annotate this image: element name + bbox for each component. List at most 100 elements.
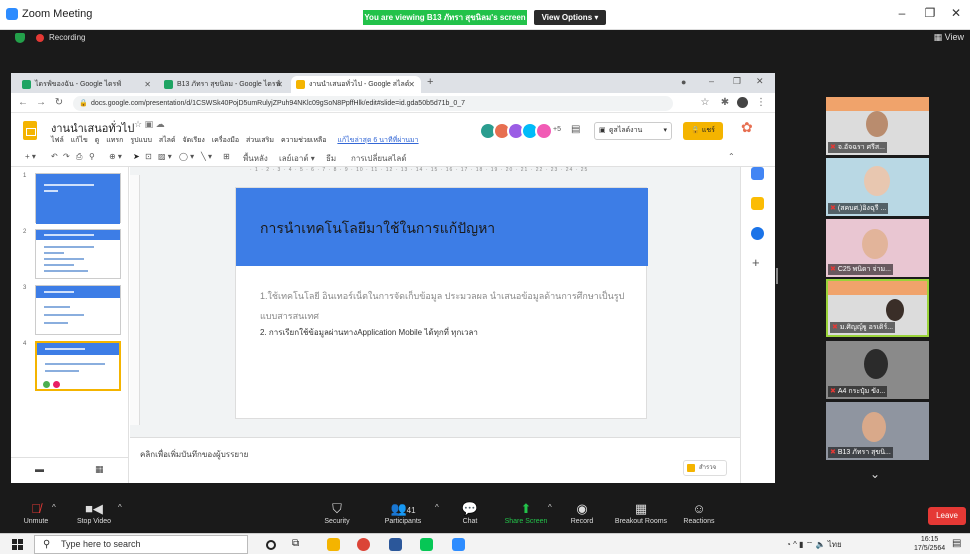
line-app-icon[interactable] (420, 538, 433, 551)
url-input[interactable]: 🔒 docs.google.com/presentation/d/1CSWSk4… (73, 96, 673, 111)
menu-slide[interactable]: สไลด์ (159, 137, 176, 144)
leave-meeting-button[interactable]: Leave (928, 507, 966, 525)
shape-icon[interactable]: ◯ ▾ (179, 152, 194, 161)
stop-video-button[interactable]: ■◀ Stop Video (64, 500, 124, 525)
menu-tools[interactable]: เครื่องมือ (212, 137, 239, 144)
current-slide[interactable]: การนำเทคโนโลยีมาใช้ในการแก้ปัญหา 1.ใช้เท… (235, 187, 648, 419)
taskbar-clock[interactable]: 16:15 17/5/2564 (914, 535, 945, 553)
chrome-icon[interactable] (357, 538, 370, 551)
browser-tab-slides[interactable]: งานนำเสนอทั่วไป - Google สไลด์ ✕ (291, 76, 421, 93)
star-icon[interactable]: ☆ (134, 119, 142, 129)
browser-minimize-icon[interactable]: – (709, 76, 714, 86)
slide-thumbnail[interactable] (35, 285, 121, 335)
close-icon[interactable]: ✕ (946, 6, 966, 20)
share-screen-button[interactable]: ⬆ Share Screen (496, 500, 556, 525)
calendar-icon[interactable] (751, 167, 764, 180)
new-tab-icon[interactable]: + (427, 76, 433, 88)
language-indicator[interactable]: ไทย (828, 540, 842, 549)
chevron-down-icon[interactable]: ▾ (663, 123, 667, 139)
view-options-button[interactable]: View Options ▾ (534, 10, 606, 25)
reload-icon[interactable]: ↻ (53, 97, 65, 108)
unmute-button[interactable]: 🎙̸ Unmute (6, 500, 66, 525)
account-flower-icon[interactable]: ✿ (741, 119, 753, 136)
participant-video[interactable]: ✖ (สคบศ.)อิงฉุรี ... (826, 158, 929, 216)
speaker-notes[interactable]: คลิกเพื่อเพิ่มบันทึกของผู้บรรยาย สำรวจ › (130, 437, 765, 483)
participant-video[interactable]: ✖ C25 พนิดา จ่าม... (826, 219, 929, 277)
extensions-icon[interactable]: ✱ (719, 97, 731, 108)
google-slides-logo-icon[interactable] (23, 121, 37, 140)
maximize-icon[interactable]: ❐ (920, 6, 940, 20)
browser-maximize-icon[interactable]: ❐ (733, 76, 741, 87)
chevron-down-icon[interactable]: ⌄ (870, 467, 880, 481)
taskbar-search-input[interactable]: ⚲ Type here to search (34, 535, 248, 554)
forward-arrow-icon[interactable]: → (35, 97, 47, 108)
menu-arrange[interactable]: จัดเรียง (182, 137, 204, 144)
move-folder-icon[interactable]: ▣ (145, 119, 154, 129)
comments-icon[interactable]: ▤ (571, 124, 580, 135)
back-arrow-icon[interactable]: ← (17, 97, 29, 108)
menu-insert[interactable]: แทรก (106, 137, 123, 144)
print-icon[interactable]: ⎙ (76, 152, 82, 162)
network-status-icon[interactable]: ◔ (786, 540, 791, 549)
transition-button[interactable]: การเปลี่ยนสไลด์ (351, 152, 407, 165)
last-edit-link[interactable]: แก้ไขล่าสุด 6 นาทีที่ผ่านมา (337, 137, 418, 144)
slide-body-point-2[interactable]: 2. การเรียกใช้ข้อมูลผ่านทางApplication M… (260, 326, 478, 339)
chat-button[interactable]: 💬 Chat (440, 500, 500, 525)
theme-button[interactable]: ธีม (326, 152, 336, 165)
keep-icon[interactable] (751, 197, 764, 210)
word-icon[interactable] (389, 538, 402, 551)
participants-chevron-icon[interactable]: ^ (435, 503, 439, 512)
browser-menu-icon[interactable]: ⋮ (755, 97, 767, 108)
notifications-icon[interactable]: ▤ (952, 538, 961, 549)
bookmark-star-icon[interactable]: ☆ (699, 97, 711, 108)
comment-add-icon[interactable]: ⊞ (223, 152, 230, 161)
windows-start-icon[interactable] (12, 539, 24, 550)
browser-tab-b13-drive[interactable]: B13 ภัทรา สุขนิลม - Google ไดรฟ์ ✕ (159, 76, 289, 93)
collaborator-avatar[interactable] (535, 122, 553, 140)
paint-format-icon[interactable]: ⚲ (89, 152, 95, 161)
tab-close-icon[interactable]: ✕ (408, 76, 415, 93)
new-slide-icon[interactable]: + ▾ (25, 152, 36, 161)
layout-button[interactable]: เลย์เอาต์ ▾ (279, 152, 315, 165)
wifi-icon[interactable]: ⌔ (806, 540, 814, 549)
participant-video[interactable]: ✖ A4 กระปุ๋ม ขัง... (826, 341, 929, 399)
resize-handle[interactable] (776, 268, 778, 284)
menu-file[interactable]: ไฟล์ (51, 137, 64, 144)
slide-thumbnail[interactable] (35, 173, 121, 224)
profile-avatar[interactable] (737, 97, 748, 108)
chevron-up-icon[interactable]: ⌃ (728, 152, 735, 161)
security-button[interactable]: ⛉ Security (307, 500, 367, 525)
tab-search-icon[interactable]: ● (681, 77, 686, 87)
undo-icon[interactable]: ↶ (51, 152, 58, 161)
browser-tab-drive[interactable]: ไดรฟ์ของฉัน - Google ไดรฟ์ ✕ (17, 76, 157, 93)
participant-video[interactable]: ✖ จ.อัจฉรา ศรีส... (826, 97, 929, 155)
participant-video-active-speaker[interactable]: ✖ ม.ศิญญ์ฐู อรเดิร์... (826, 279, 929, 337)
tasks-icon[interactable] (751, 227, 764, 240)
text-box-icon[interactable]: ⊡ (145, 152, 152, 161)
video-options-chevron-icon[interactable]: ^ (118, 503, 122, 512)
menu-help[interactable]: ความช่วยเหลือ (281, 137, 326, 144)
slide-body-point-1[interactable]: 1.ใช้เทคโนโลยี อินเทอร์เน็ตในการจัดเก็บข… (260, 286, 640, 326)
show-hidden-icons-icon[interactable]: ^ (793, 540, 797, 549)
menu-edit[interactable]: แก้ไข (71, 137, 88, 144)
grid-view-icon[interactable]: ▦ (95, 464, 104, 475)
view-button[interactable]: ▦ View (934, 32, 964, 43)
audio-options-chevron-icon[interactable]: ^ (52, 503, 56, 512)
participant-video[interactable]: ✖ B13 ภัทรา สุขนิ... (826, 402, 929, 460)
present-button[interactable]: ▣ ดูสไลด์งาน ▾ (594, 122, 672, 140)
explore-button[interactable]: สำรวจ (683, 460, 727, 476)
menu-addons[interactable]: ส่วนเสริม (246, 137, 274, 144)
menu-format[interactable]: รูปแบบ (130, 137, 152, 144)
slide-title[interactable]: การนำเทคโนโลยีมาใช้ในการแก้ปัญหา (260, 218, 495, 240)
redo-icon[interactable]: ↷ (63, 152, 70, 161)
cortana-icon[interactable] (266, 540, 276, 550)
select-cursor-icon[interactable]: ➤ (133, 152, 140, 161)
reactions-button[interactable]: ☺ Reactions (669, 500, 729, 525)
minimize-icon[interactable]: – (892, 6, 912, 20)
browser-close-icon[interactable]: ✕ (756, 76, 764, 87)
volume-icon[interactable]: 🔈 (815, 540, 825, 549)
share-button[interactable]: 🔒 แชร์ (683, 122, 723, 140)
record-button[interactable]: ◉ Record (552, 500, 612, 525)
menu-view[interactable]: ดู (95, 137, 100, 144)
shield-icon[interactable] (15, 33, 25, 43)
